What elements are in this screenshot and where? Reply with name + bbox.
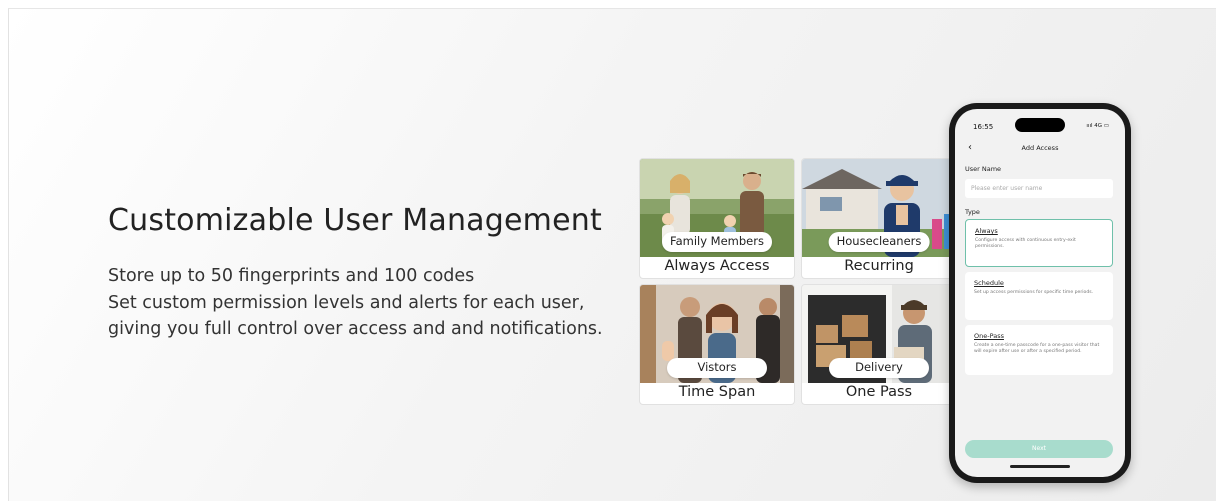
card-delivery: Delivery One Pass [801,284,957,405]
status-icons: ıııl 4G ▭ [1086,123,1109,129]
card-caption: Time Span [678,384,756,400]
feature-banner: Customizable User Management Store up to… [8,8,1216,501]
card-family-members: Family Members Always Access [639,158,795,279]
status-time: 16:55 [973,123,994,131]
card-tag: Vistors [667,358,767,378]
card-tag: Family Members [662,232,772,252]
user-name-input[interactable]: Please enter user name [965,179,1113,198]
description-line: Set custom permission levels and alerts … [108,292,585,313]
type-label: Type [965,208,980,216]
dynamic-island [1015,118,1065,132]
headline: Customizable User Management [108,203,602,238]
description: Store up to 50 fingerprints and 100 code… [108,263,603,343]
option-desc: Create a one-time passcode for a one-pas… [974,343,1100,354]
card-caption: Always Access [664,258,770,274]
phone-screen: 16:55 ıııl 4G ▭ ‹ Add Access User Name P… [955,109,1125,477]
option-desc: Set up access permissions for specific t… [974,290,1094,295]
card-tag: Housecleaners [828,232,930,252]
next-button[interactable]: Next [965,440,1113,458]
option-desc: Configure access with continuous entry-e… [975,238,1076,249]
home-indicator [1010,465,1070,468]
option-one-pass[interactable]: One-Pass Create a one-time passcode for … [965,325,1113,375]
option-name: Always [975,227,998,235]
card-visitors: Vistors Time Span [639,284,795,405]
description-line: Store up to 50 fingerprints and 100 code… [108,266,475,286]
option-schedule[interactable]: Schedule Set up access permissions for s… [965,272,1113,320]
option-name: Schedule [974,279,1004,287]
card-tag: Delivery [829,358,929,378]
user-name-label: User Name [965,165,1002,173]
option-name: One-Pass [974,332,1004,340]
card-caption: One Pass [845,384,913,400]
card-caption: Recurring [844,258,914,274]
phone-mockup: 16:55 ıııl 4G ▭ ‹ Add Access User Name P… [949,103,1131,483]
option-always[interactable]: Always Configure access with continuous … [965,219,1113,267]
description-line: giving you full control over access and … [108,319,603,339]
page-title: Add Access [1021,144,1059,152]
card-housecleaners: Housecleaners Recurring [801,158,957,279]
